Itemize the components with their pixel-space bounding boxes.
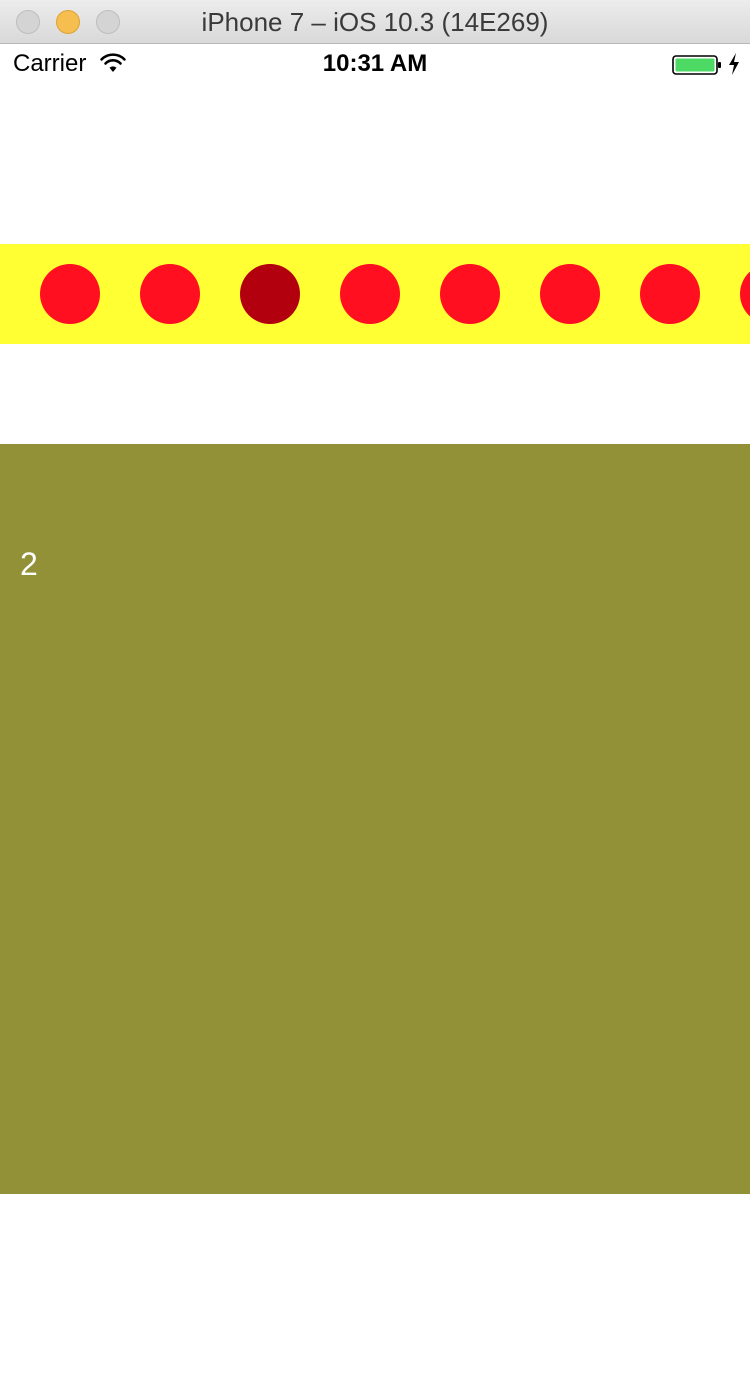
page-number-label: 2 [20,546,38,582]
simulator-window: iPhone 7 – iOS 10.3 (14E269) Carrier 10:… [0,0,750,1378]
window-title: iPhone 7 – iOS 10.3 (14E269) [201,7,549,37]
page-dot[interactable] [440,264,500,324]
page-dot[interactable] [640,264,700,324]
battery-icon [672,55,721,75]
page-indicator-strip[interactable] [0,244,750,344]
ios-status-bar: Carrier 10:31 AM [0,44,750,84]
page-dot-active[interactable] [240,264,300,324]
charging-bolt-icon [729,53,739,75]
page-dot[interactable] [540,264,600,324]
page-dot[interactable] [340,264,400,324]
window-titlebar: iPhone 7 – iOS 10.3 (14E269) [0,0,750,44]
page-dot[interactable] [740,264,750,324]
page-dot[interactable] [40,264,100,324]
page-dot[interactable] [140,264,200,324]
content-page[interactable]: 2 [0,444,750,1194]
status-time: 10:31 AM [322,50,428,77]
